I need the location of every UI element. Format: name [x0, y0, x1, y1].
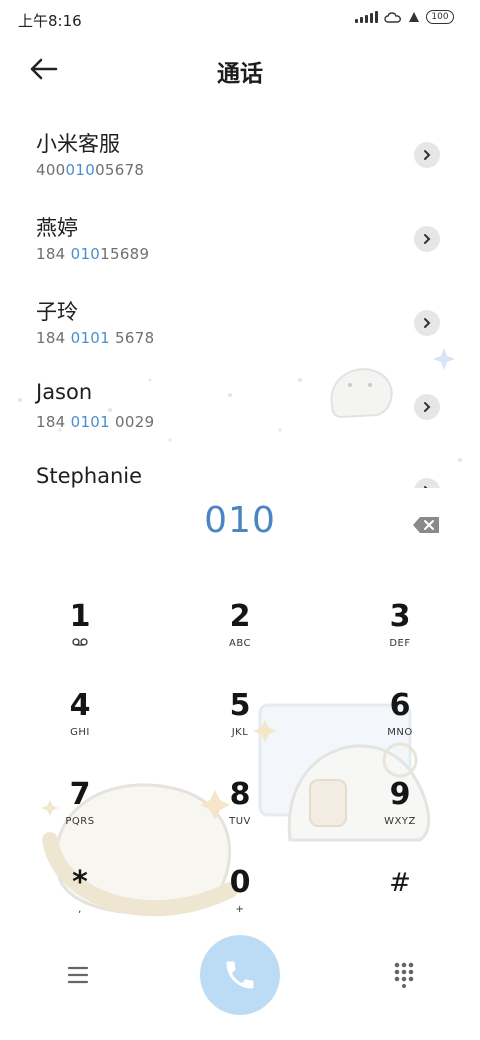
wifi-icon	[409, 12, 419, 22]
contact-name: 小米客服	[36, 132, 120, 156]
key-7[interactable]: 7 PQRS	[20, 778, 140, 848]
battery-indicator: 100	[426, 10, 454, 24]
contact-detail-button[interactable]	[414, 142, 440, 168]
key-9[interactable]: 9 WXYZ	[340, 778, 460, 848]
key-letters: GHI	[70, 727, 90, 738]
contact-row[interactable]: Jason 184 0101 0029	[0, 362, 480, 446]
contact-number: 184 0101 5678	[36, 329, 155, 347]
key-digit: 1	[69, 599, 91, 634]
contact-row[interactable]: Stephanie	[0, 446, 480, 488]
key-letters: TUV	[229, 816, 251, 827]
contact-row[interactable]: 燕婷 184 01015689	[0, 194, 480, 278]
contact-number: 184 01015689	[36, 245, 150, 263]
key-0[interactable]: 0 +	[180, 866, 300, 936]
key-digit: 2	[229, 599, 251, 634]
key-5[interactable]: 5 JKL	[180, 689, 300, 759]
contact-detail-button[interactable]	[414, 226, 440, 252]
app-header: 通话	[0, 40, 480, 104]
phone-icon	[226, 961, 254, 989]
dialpad-icon	[394, 962, 414, 988]
contact-row[interactable]: 子玲 184 0101 5678	[0, 278, 480, 362]
contact-name: Stephanie	[36, 464, 143, 488]
contact-number: 184 0101 0029	[36, 413, 155, 431]
voicemail-icon	[20, 638, 140, 649]
key-digit: 8	[229, 777, 251, 812]
chevron-right-icon	[424, 402, 431, 412]
key-letters: PQRS	[65, 816, 95, 827]
contact-name: 子玲	[36, 300, 78, 324]
key-letters: DEF	[389, 638, 411, 649]
key-1[interactable]: 1	[20, 600, 140, 670]
key-6[interactable]: 6 MNO	[340, 689, 460, 759]
call-button[interactable]	[200, 935, 280, 1015]
delete-button[interactable]	[412, 514, 442, 536]
key-digit: 4	[69, 688, 91, 723]
key-digit: #	[389, 868, 411, 898]
contact-number: 40001005678	[36, 161, 145, 179]
status-icons: 100	[355, 10, 454, 24]
key-letters: WXYZ	[384, 816, 416, 827]
status-time: 上午8:16	[18, 12, 82, 30]
key-digit: 0	[229, 865, 251, 900]
contact-name: Jason	[36, 380, 93, 404]
contact-detail-button[interactable]	[414, 310, 440, 336]
contact-row[interactable]: 小米客服 40001005678	[0, 110, 480, 194]
key-letters: MNO	[387, 727, 413, 738]
contact-detail-button[interactable]	[414, 394, 440, 420]
signal-icon	[355, 11, 378, 23]
backspace-icon	[413, 517, 439, 533]
key-star[interactable]: * ,	[20, 866, 140, 936]
key-letters: +	[235, 904, 245, 915]
key-letters: ABC	[228, 638, 251, 649]
key-digit: 3	[389, 599, 411, 634]
key-2[interactable]: 2 ABC	[180, 600, 300, 670]
page-title: 通话	[217, 61, 263, 87]
key-digit: 6	[389, 688, 411, 723]
dialed-number-display: 010	[204, 500, 276, 541]
contact-detail-button[interactable]	[414, 478, 440, 488]
contact-name: 燕婷	[36, 216, 78, 240]
dialpad-toggle-button[interactable]	[390, 960, 418, 988]
key-letters: JKL	[231, 727, 249, 738]
status-bar: 上午8:16 100	[0, 0, 480, 40]
menu-button[interactable]	[64, 962, 92, 988]
key-digit: 5	[229, 688, 251, 723]
chevron-right-icon	[424, 318, 431, 328]
key-hash[interactable]: #	[340, 866, 460, 936]
key-digit: 7	[69, 777, 91, 812]
menu-icon	[67, 966, 89, 984]
key-3[interactable]: 3 DEF	[340, 600, 460, 670]
contact-results-list[interactable]: 小米客服 40001005678 燕婷 184 01015689 子玲 184 …	[0, 110, 480, 488]
chevron-right-icon	[424, 486, 428, 488]
key-letters: ,	[78, 904, 82, 915]
key-4[interactable]: 4 GHI	[20, 689, 140, 759]
chevron-right-icon	[424, 234, 431, 244]
key-8[interactable]: 8 TUV	[180, 778, 300, 848]
cloud-icon	[384, 12, 401, 23]
chevron-right-icon	[424, 150, 431, 160]
key-digit: *	[72, 865, 88, 900]
key-digit: 9	[389, 777, 411, 812]
